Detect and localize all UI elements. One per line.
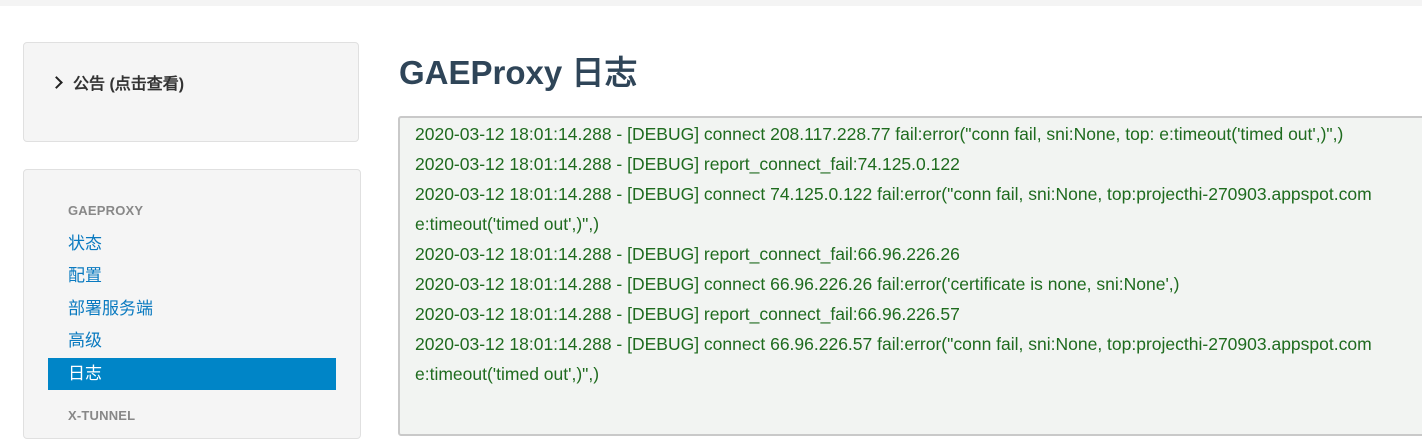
nav-item-deploy-server[interactable]: 部署服务端 bbox=[48, 293, 336, 325]
nav-item-log[interactable]: 日志 bbox=[48, 358, 336, 390]
page-title: GAEProxy 日志 bbox=[399, 54, 638, 91]
nav-item-config[interactable]: 配置 bbox=[48, 260, 336, 292]
chevron-right-icon bbox=[50, 75, 63, 89]
notice-toggle[interactable]: 公告 (点击查看) bbox=[50, 70, 185, 94]
nav-section-header-gaeproxy: GAEPROXY bbox=[68, 203, 144, 218]
notice-panel: 公告 (点击查看) bbox=[23, 42, 359, 142]
nav-item-advanced[interactable]: 高级 bbox=[48, 325, 336, 357]
notice-label: 公告 (点击查看) bbox=[73, 76, 185, 93]
sidebar-nav: GAEPROXY 状态 配置 部署服务端 高级 日志 X-TUNNEL bbox=[23, 169, 361, 439]
log-line: 2020-03-12 18:01:14.288 - [DEBUG] report… bbox=[415, 154, 960, 174]
log-content: 2020-03-12 18:01:14.288 - [DEBUG] connec… bbox=[415, 119, 1415, 389]
log-line: 2020-03-12 18:01:14.288 - [DEBUG] connec… bbox=[415, 274, 1180, 294]
nav-section-header-x-tunnel: X-TUNNEL bbox=[68, 408, 136, 423]
log-line: 2020-03-12 18:01:14.288 - [DEBUG] connec… bbox=[415, 334, 1372, 384]
top-bar bbox=[0, 0, 1422, 6]
log-line: 2020-03-12 18:01:14.288 - [DEBUG] report… bbox=[415, 244, 960, 264]
log-viewer[interactable]: 2020-03-12 18:01:14.288 - [DEBUG] connec… bbox=[398, 116, 1422, 436]
nav-item-status[interactable]: 状态 bbox=[48, 228, 336, 260]
log-line: 2020-03-12 18:01:14.288 - [DEBUG] connec… bbox=[415, 184, 1372, 234]
log-line: 2020-03-12 18:01:14.288 - [DEBUG] report… bbox=[415, 304, 960, 324]
log-line: 2020-03-12 18:01:14.288 - [DEBUG] connec… bbox=[415, 124, 1344, 144]
